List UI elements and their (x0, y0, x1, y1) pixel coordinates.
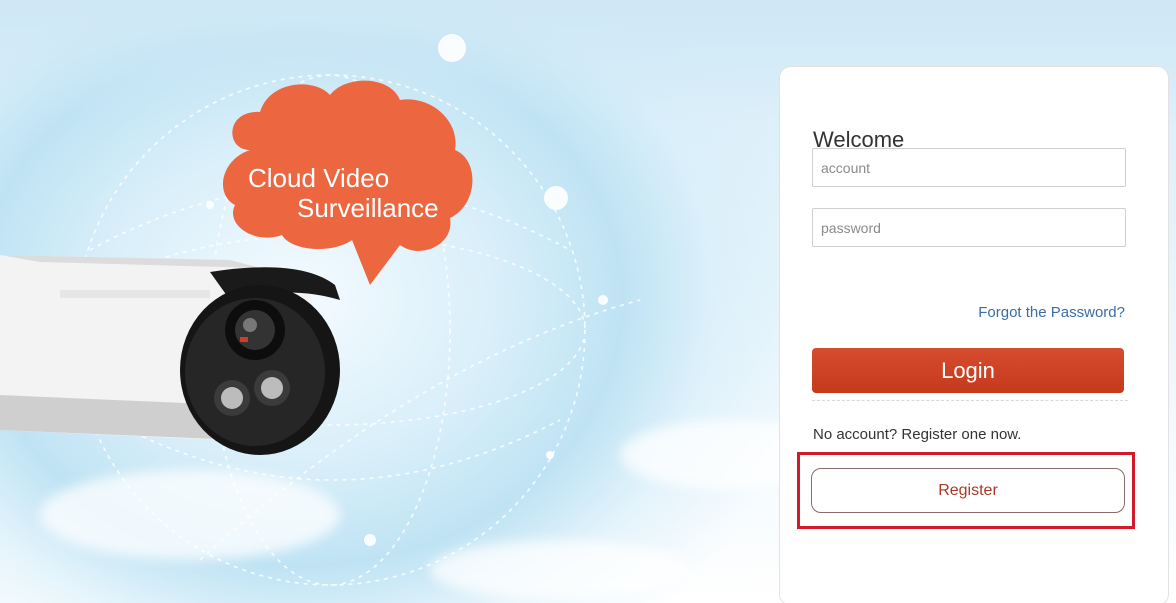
divider (812, 400, 1128, 401)
register-button[interactable]: Register (811, 468, 1125, 513)
camera-graphic (0, 255, 340, 455)
bubble-title-line1: Cloud Video (248, 163, 390, 193)
password-input[interactable] (812, 208, 1126, 247)
no-account-text: No account? Register one now. (813, 426, 1022, 443)
login-panel: Welcome Forgot the Password? Login No ac… (779, 66, 1169, 603)
login-page: Cloud Video Surveillance Welcome Forgot … (0, 0, 1176, 603)
login-button[interactable]: Login (812, 348, 1124, 393)
forgot-password-link[interactable]: Forgot the Password? (978, 304, 1125, 321)
account-input[interactable] (812, 148, 1126, 187)
hero-illustration (0, 34, 641, 586)
bubble-title-line2: Surveillance (297, 193, 439, 223)
